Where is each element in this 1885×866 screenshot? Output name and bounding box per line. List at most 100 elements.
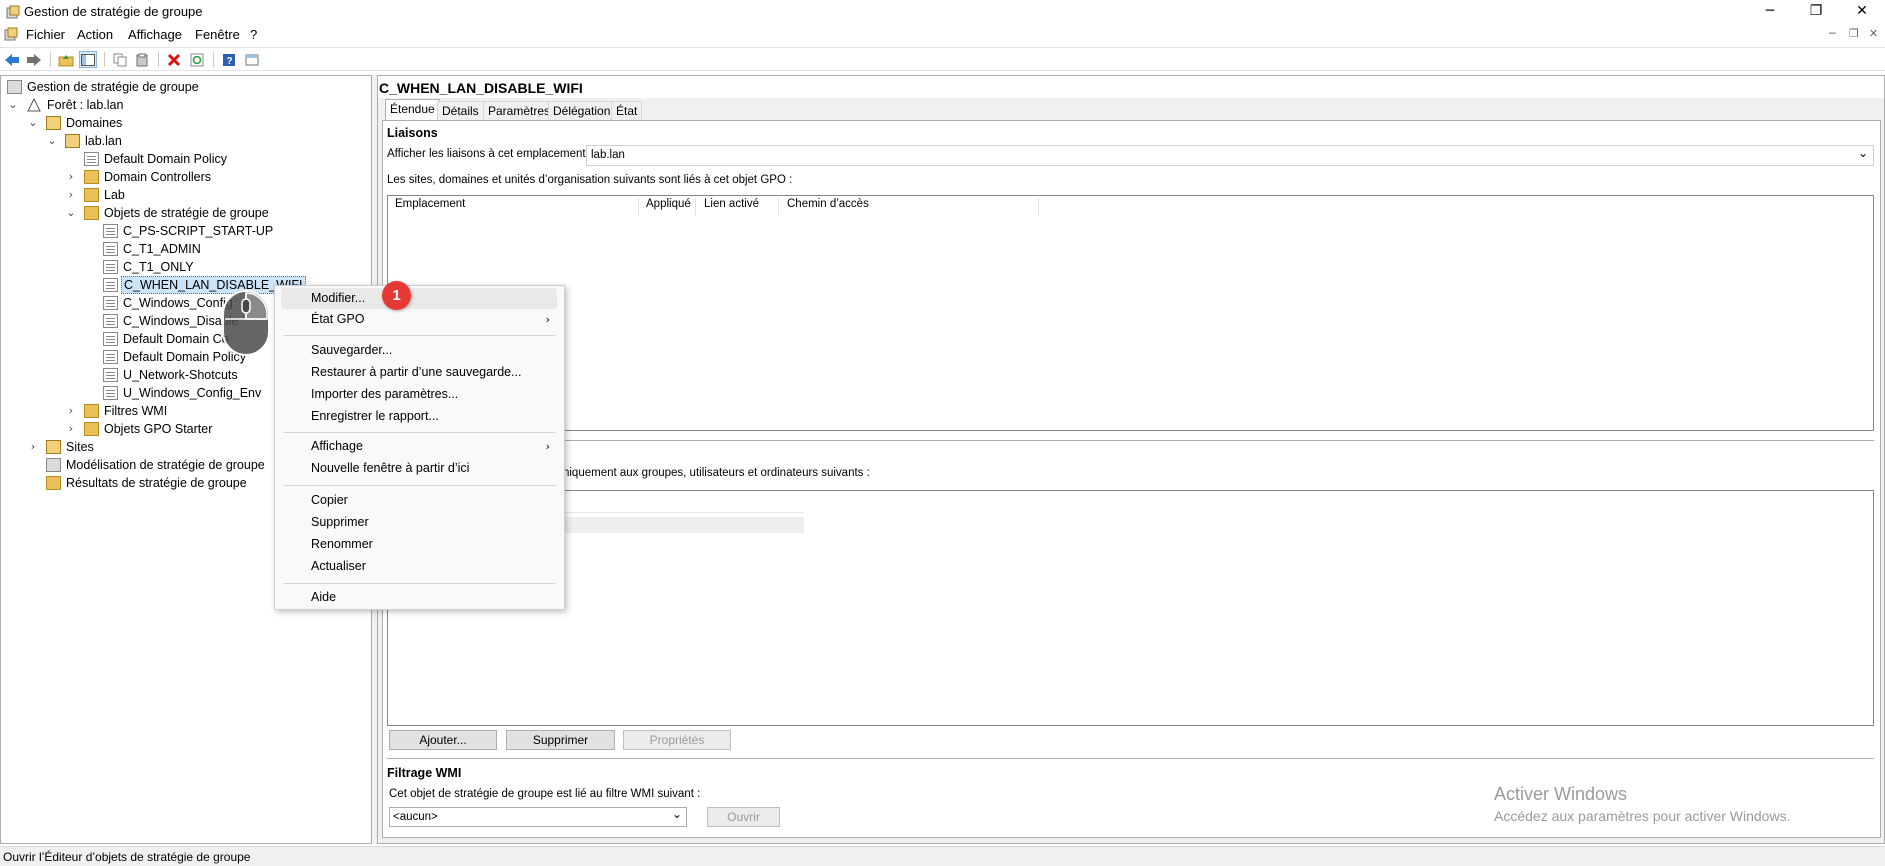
context-menu-item-aide[interactable]: Aide [275,587,564,608]
links-location-value: lab.lan [591,149,625,161]
menu-item-label: Actualiser [311,559,366,573]
chevron-down-icon[interactable]: ⌄ [7,96,19,114]
add-button[interactable]: Ajouter... [389,730,497,750]
results-icon [46,476,61,490]
security-filtering-list[interactable] [387,490,1874,726]
section-divider [387,440,1874,442]
chevron-right-icon[interactable]: › [65,168,77,186]
chevron-down-icon[interactable]: ⌄ [46,132,58,150]
wmi-folder-icon [84,404,99,418]
gpo-title: C_WHEN_LAN_DISABLE_WIFI [379,80,583,96]
toolbar-separator [50,52,51,67]
context-menu-item-sauvegarder[interactable]: Sauvegarder... [275,340,564,361]
maximize-button[interactable]: ❐ [1793,0,1839,24]
links-location-dropdown[interactable]: lab.lan ⌄ [586,145,1874,166]
help-icon[interactable]: ? [220,51,238,68]
wmi-open-button[interactable]: Ouvrir [707,807,780,827]
forest-icon [27,97,42,112]
column-applique[interactable]: Appliqué [646,198,691,210]
gpo-icon [103,314,118,328]
column-lien-active[interactable]: Lien activé [704,198,759,210]
context-menu-item-modifier[interactable]: Modifier... [281,288,557,309]
back-arrow-icon[interactable] [3,51,21,68]
gpo-icon [103,350,118,364]
tab-etendue[interactable]: Étendue [385,99,440,120]
gpmc-icon [7,80,22,94]
close-button[interactable]: ✕ [1839,0,1885,24]
properties-icon[interactable] [243,51,261,68]
mdi-minimize-button[interactable]: ─ [1829,27,1836,40]
gpmc-system-menu-icon[interactable] [4,27,18,41]
context-menu-item-actualiser[interactable]: Actualiser [275,556,564,577]
chevron-down-icon: ⌄ [1857,146,1868,160]
menu-item-label: Sauvegarder... [311,343,393,357]
context-menu-item-importer[interactable]: Importer des paramètres... [275,384,564,405]
context-menu-item-nouvelle-fenetre[interactable]: Nouvelle fenêtre à partir d’ici [275,458,564,479]
context-menu-item-renommer[interactable]: Renommer [275,534,564,555]
menu-item-label: Supprimer [311,515,369,529]
paste-icon[interactable] [133,51,151,68]
copy-icon[interactable] [111,51,129,68]
column-chemin[interactable]: Chemin d’accès [787,198,869,210]
menu-fenetre[interactable]: Fenêtre [195,27,240,42]
tab-etat[interactable]: État [611,101,643,120]
chevron-down-icon[interactable]: ⌄ [65,204,77,222]
refresh-icon[interactable] [188,51,206,68]
gpo-icon [103,332,118,346]
menu-item-label: Modifier... [311,291,366,305]
show-hide-tree-icon[interactable] [79,51,97,68]
mdi-restore-button[interactable]: ❐ [1849,27,1859,40]
minimize-button[interactable]: ─ [1747,0,1793,24]
context-menu-item-enregistrer-rapport[interactable]: Enregistrer le rapport... [275,406,564,427]
toolbar-separator [158,52,159,67]
chevron-down-icon[interactable]: ⌄ [27,114,39,132]
gpo-icon [103,260,118,274]
menu-separator [283,335,556,336]
delete-icon[interactable] [165,51,183,68]
menu-item-label: Renommer [311,537,373,551]
wmi-section-title: Filtrage WMI [387,766,462,780]
tab-parametres[interactable]: Paramètres [483,101,556,120]
domains-icon [46,116,61,130]
menu-fichier[interactable]: Fichier [26,27,65,42]
chevron-right-icon[interactable]: › [65,186,77,204]
forward-arrow-icon[interactable] [25,51,43,68]
remove-button[interactable]: Supprimer [506,730,615,750]
menu-action[interactable]: Action [77,27,113,42]
chevron-right-icon: › [545,440,550,453]
context-menu-item-affichage[interactable]: Affichage › [275,436,564,457]
menu-item-label: Aide [311,590,337,604]
context-menu-item-restaurer[interactable]: Restaurer à partir d’une sauvegarde... [275,362,564,383]
ou-folder-icon [84,170,99,184]
chevron-right-icon[interactable]: › [65,420,77,438]
menu-separator [283,583,556,584]
section-divider [387,758,1874,760]
menu-item-label: État GPO [311,312,365,326]
context-menu-item-copier[interactable]: Copier [275,490,564,511]
title-bar: Gestion de stratégie de groupe ─ ❐ ✕ [0,0,1885,24]
links-list[interactable]: Emplacement Appliqué Lien activé Chemin … [387,195,1874,431]
tab-delegation[interactable]: Délégation [548,101,616,120]
menu-separator [283,432,556,433]
menu-item-label: Copier [311,493,348,507]
chevron-right-icon: › [545,313,550,326]
gpo-icon [103,224,118,238]
up-folder-icon[interactable] [57,51,75,68]
column-emplacement[interactable]: Emplacement [395,198,465,210]
wmi-filter-dropdown[interactable]: <aucun> ⌄ [389,807,687,827]
toolbar: ? [0,47,1885,71]
properties-button[interactable]: Propriétés [623,730,731,750]
context-menu-item-supprimer[interactable]: Supprimer [275,512,564,533]
menu-item-label: Affichage [311,439,363,453]
window-title: Gestion de stratégie de groupe [24,4,203,19]
chevron-right-icon[interactable]: › [65,402,77,420]
chevron-right-icon[interactable]: › [27,438,39,456]
context-menu-item-etat-gpo[interactable]: État GPO › [275,309,564,330]
column-separator [638,198,639,216]
wmi-description: Cet objet de stratégie de groupe est lié… [389,788,701,800]
menu-affichage[interactable]: Affichage [128,27,182,42]
menu-help[interactable]: ? [250,27,257,42]
mdi-close-button[interactable]: ✕ [1869,27,1878,40]
gpmc-app-icon [6,5,20,19]
tab-details[interactable]: Détails [437,101,484,120]
